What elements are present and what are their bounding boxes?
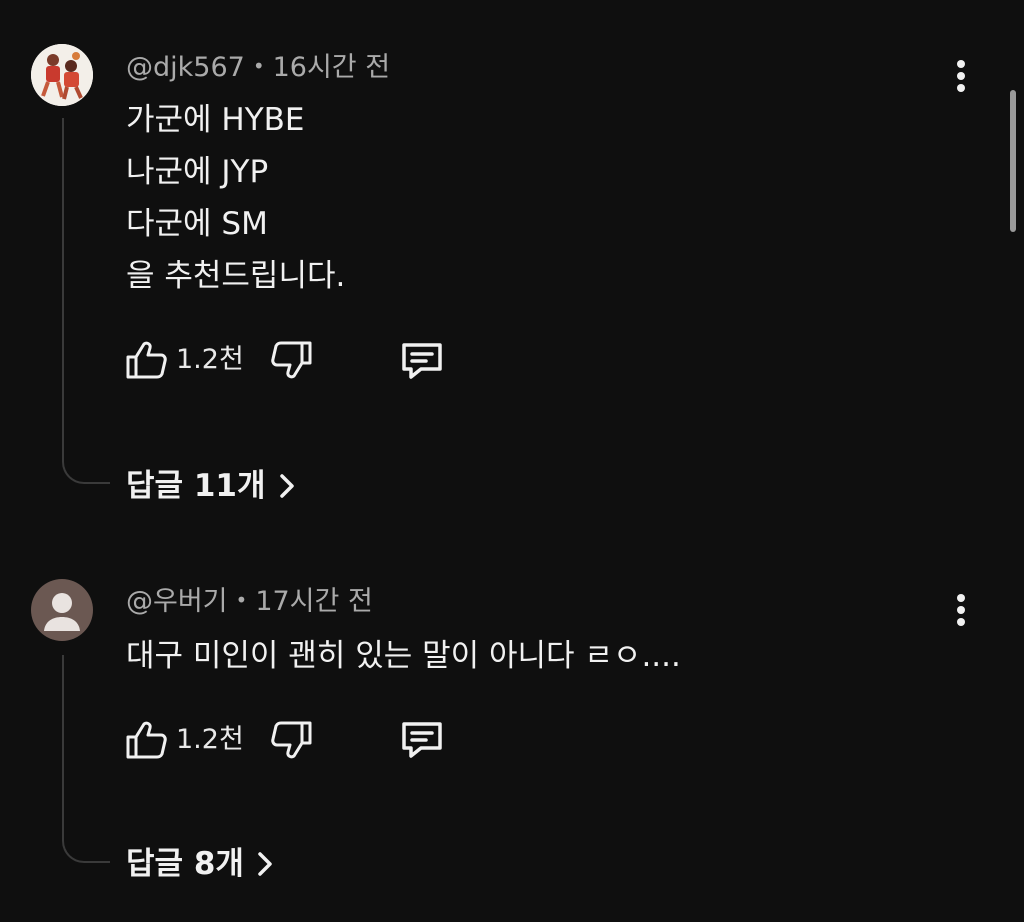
author-handle[interactable]: @우버기 [126,586,228,617]
thumbs-down-icon [271,721,312,759]
comment-text: 대구 미인이 괜히 있는 말이 아니다 ㄹㅇ.... [126,630,681,682]
scrollbar[interactable] [1010,90,1016,232]
avatar[interactable] [31,579,93,641]
view-replies-button[interactable]: 답글 8개 [126,844,276,884]
thread-line [62,655,110,863]
comment-reply-icon [402,722,442,758]
default-avatar-icon [44,593,80,631]
thumbs-up-icon [126,721,167,759]
like-count: 1.2천 [176,724,244,755]
like-button[interactable]: 1.2천 [124,720,244,760]
comment-meta: @우버기 • 17시간 전 [126,583,373,619]
reply-button[interactable] [399,719,445,761]
dislike-button[interactable] [270,720,314,760]
more-options-button[interactable] [946,590,976,630]
chevron-right-icon [258,852,272,876]
meta-separator: • [235,588,248,612]
replies-label: 답글 8개 [126,846,244,882]
comment-line: 대구 미인이 괜히 있는 말이 아니다 ㄹㅇ.... [126,638,681,674]
comment-item: @우버기 • 17시간 전 대구 미인이 괜히 있는 말이 아니다 ㄹㅇ.... 1… [0,0,1024,922]
more-vert-icon [957,594,965,626]
comment-time: 17시간 전 [255,586,373,617]
